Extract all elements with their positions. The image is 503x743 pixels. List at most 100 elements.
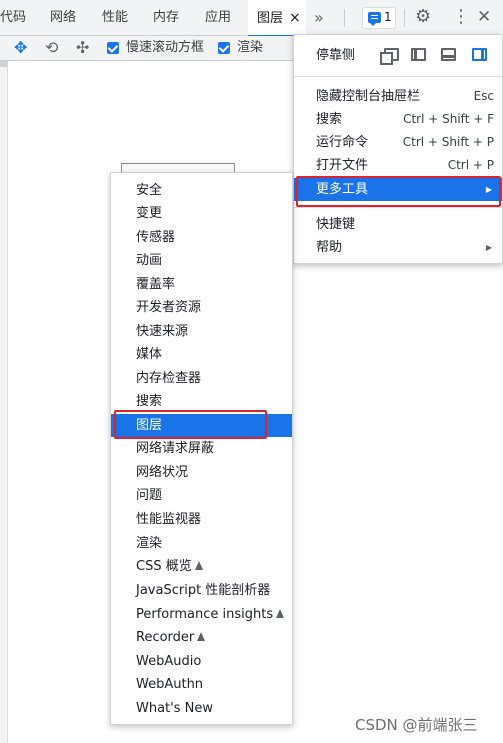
menu-item-label: 覆盖率 bbox=[136, 277, 176, 292]
menu-item-label: 媒体 bbox=[136, 347, 163, 362]
menu-item-label: 变更 bbox=[136, 206, 163, 221]
submenu-item-changes[interactable]: 变更 bbox=[111, 202, 292, 225]
tab-label: 图层 bbox=[257, 11, 284, 26]
dock-side-row: 停靠侧 bbox=[294, 43, 502, 69]
paint-checkbox[interactable] bbox=[218, 42, 230, 54]
menu-item-label: 快速来源 bbox=[136, 324, 189, 339]
menu-item-shortcut: Ctrl + Shift + P bbox=[402, 135, 494, 149]
separator bbox=[344, 9, 345, 27]
menu-item-label: 快捷键 bbox=[316, 217, 356, 232]
submenu-item-network-request-blocking[interactable]: 网络请求屏蔽 bbox=[111, 437, 292, 460]
paint-label: 渲染 bbox=[237, 40, 264, 55]
submenu-arrow-icon: ▶ bbox=[485, 185, 492, 194]
tab-label: 性能 bbox=[102, 10, 129, 25]
submenu-item-performance-insights[interactable]: Performance insights bbox=[111, 603, 292, 626]
submenu-item-webauthn[interactable]: WebAuthn bbox=[111, 673, 292, 696]
menu-item-label: 打开文件 bbox=[316, 158, 369, 173]
menu-separator bbox=[294, 207, 502, 208]
resize-handle[interactable] bbox=[0, 61, 7, 67]
menu-item-shortcuts[interactable]: 快捷键 bbox=[294, 213, 502, 236]
menu-item-label: 传感器 bbox=[136, 230, 176, 245]
menu-item-label: 隐藏控制台抽屉栏 bbox=[316, 89, 421, 104]
submenu-item-js-profiler[interactable]: JavaScript 性能剖析器 bbox=[111, 579, 292, 602]
gear-icon[interactable]: ⚙ bbox=[415, 8, 431, 26]
submenu-item-rendering[interactable]: 渲染 bbox=[111, 532, 292, 555]
menu-item-run-command[interactable]: 运行命令 Ctrl + Shift + P bbox=[294, 131, 502, 154]
submenu-item-sensors[interactable]: 传感器 bbox=[111, 226, 292, 249]
menu-item-label: 内存检查器 bbox=[136, 371, 202, 386]
menu-item-label: 安全 bbox=[136, 183, 163, 198]
submenu-item-layers[interactable]: 图层 bbox=[111, 414, 292, 437]
menu-item-hide-drawer[interactable]: 隐藏控制台抽屉栏 Esc bbox=[294, 85, 502, 108]
experiment-flask-icon bbox=[194, 561, 203, 570]
submenu-arrow-icon: ▶ bbox=[485, 243, 492, 252]
submenu-item-webaudio[interactable]: WebAudio bbox=[111, 650, 292, 673]
submenu-item-memory-inspector[interactable]: 内存检查器 bbox=[111, 367, 292, 390]
submenu-item-css-overview[interactable]: CSS 概览 bbox=[111, 555, 292, 578]
menu-item-label: 渲染 bbox=[136, 536, 163, 551]
menu-item-label: CSS 概览 bbox=[136, 559, 192, 574]
menu-item-shortcut: Ctrl + P bbox=[447, 158, 494, 172]
submenu-item-security[interactable]: 安全 bbox=[111, 179, 292, 202]
menu-item-search[interactable]: 搜索 Ctrl + Shift + F bbox=[294, 108, 502, 131]
submenu-item-recorder[interactable]: Recorder bbox=[111, 626, 292, 649]
customize-menu: 停靠侧 隐藏控制台抽屉栏 Esc 搜索 Ctrl + Shift + F 运行命… bbox=[293, 34, 503, 264]
reset-transform-icon[interactable]: ✣ bbox=[76, 38, 89, 58]
more-tabs-icon[interactable]: » bbox=[314, 0, 324, 36]
tab-label: 应用 bbox=[205, 10, 232, 25]
tab-label: 代码 bbox=[0, 10, 27, 25]
dock-side-label: 停靠侧 bbox=[316, 48, 356, 63]
submenu-item-animations[interactable]: 动画 bbox=[111, 249, 292, 272]
undock-icon[interactable] bbox=[380, 48, 399, 65]
submenu-item-coverage[interactable]: 覆盖率 bbox=[111, 273, 292, 296]
tab-memory[interactable]: 内存 bbox=[153, 0, 179, 36]
dock-right-icon[interactable] bbox=[472, 48, 487, 61]
menu-item-label: 性能监视器 bbox=[136, 512, 202, 527]
devtools-tab-bar: 代码 网络 性能 内存 应用 图层 × » 1 ⚙ ⋮ ✕ bbox=[0, 0, 503, 37]
submenu-item-network-conditions[interactable]: 网络状况 bbox=[111, 461, 292, 484]
submenu-item-developer-resources[interactable]: 开发者资源 bbox=[111, 296, 292, 319]
close-icon[interactable]: ✕ bbox=[477, 7, 491, 27]
menu-item-label: JavaScript 性能剖析器 bbox=[136, 583, 271, 598]
dock-left-icon[interactable] bbox=[411, 48, 426, 61]
submenu-item-media[interactable]: 媒体 bbox=[111, 343, 292, 366]
tab-application[interactable]: 应用 bbox=[205, 0, 231, 36]
menu-item-label: 搜索 bbox=[136, 394, 163, 409]
issues-count: 1 bbox=[384, 10, 392, 24]
menu-item-label: 网络请求屏蔽 bbox=[136, 441, 215, 456]
rotate-icon[interactable]: ⟲ bbox=[45, 38, 58, 58]
submenu-item-whats-new[interactable]: What's New bbox=[111, 697, 292, 720]
tab-network[interactable]: 网络 bbox=[50, 0, 76, 36]
menu-item-label: 运行命令 bbox=[316, 135, 369, 150]
slow-scroll-checkbox[interactable] bbox=[107, 42, 119, 54]
tab-sources[interactable]: 代码 bbox=[0, 0, 30, 36]
tab-layers[interactable]: 图层 × bbox=[248, 0, 306, 37]
tab-label: 网络 bbox=[50, 10, 77, 25]
tab-close-icon[interactable]: × bbox=[289, 0, 301, 36]
experiment-flask-icon bbox=[276, 609, 285, 618]
menu-item-label: WebAuthn bbox=[136, 677, 204, 692]
message-icon bbox=[368, 12, 381, 26]
menu-item-label: What's New bbox=[136, 701, 213, 716]
menu-item-label: 问题 bbox=[136, 488, 163, 503]
submenu-item-quick-source[interactable]: 快速来源 bbox=[111, 320, 292, 343]
issues-button[interactable]: 1 bbox=[362, 7, 396, 29]
move-icon[interactable]: ✥ bbox=[14, 38, 27, 58]
separator bbox=[404, 9, 405, 27]
menu-item-label: 网络状况 bbox=[136, 465, 189, 480]
menu-item-label: Recorder bbox=[136, 630, 195, 645]
slow-scroll-label: 慢速滚动方框 bbox=[126, 40, 205, 55]
menu-item-more-tools[interactable]: 更多工具 ▶ bbox=[294, 178, 502, 201]
submenu-item-search[interactable]: 搜索 bbox=[111, 390, 292, 413]
kebab-icon[interactable]: ⋮ bbox=[452, 8, 470, 26]
menu-item-help[interactable]: 帮助 ▶ bbox=[294, 236, 502, 259]
menu-item-open-file[interactable]: 打开文件 Ctrl + P bbox=[294, 154, 502, 177]
dock-bottom-icon[interactable] bbox=[441, 48, 456, 61]
watermark: CSDN @前端张三 bbox=[355, 716, 478, 734]
menu-item-label: 更多工具 bbox=[316, 182, 369, 197]
submenu-item-performance-monitor[interactable]: 性能监视器 bbox=[111, 508, 292, 531]
tab-performance[interactable]: 性能 bbox=[102, 0, 128, 36]
layer-tree-gutter bbox=[0, 61, 8, 743]
menu-item-label: 开发者资源 bbox=[136, 300, 202, 315]
submenu-item-issues[interactable]: 问题 bbox=[111, 484, 292, 507]
